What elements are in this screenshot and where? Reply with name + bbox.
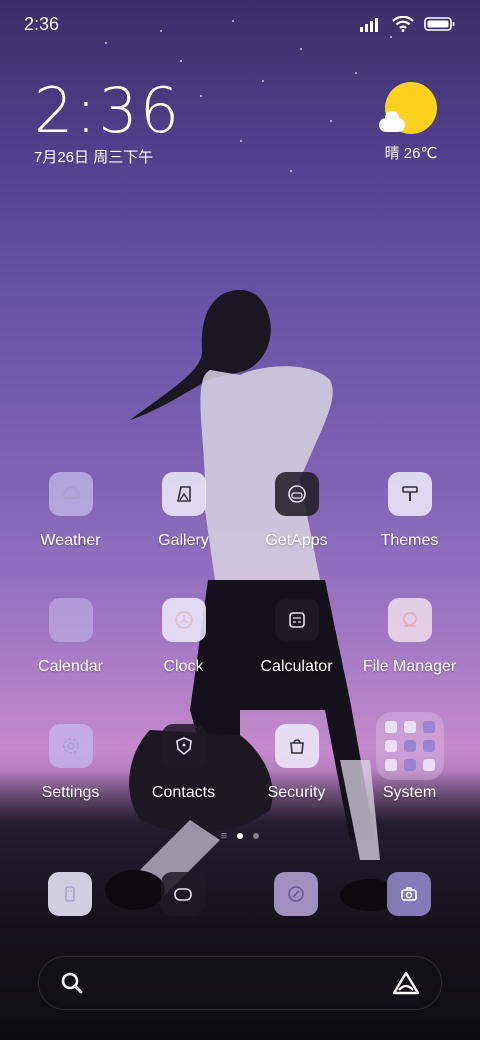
message-icon[interactable] (161, 872, 205, 916)
app-calendar[interactable]: Calendar (14, 598, 127, 676)
page-dot (253, 833, 260, 839)
clock-widget-date: 7月26日 周三下午 (34, 149, 154, 166)
app-label: GetApps (265, 532, 328, 549)
search-icon[interactable] (59, 970, 85, 996)
paint-roller-icon (387, 472, 432, 516)
contacts-icon (161, 724, 206, 768)
sunny-icon (379, 82, 437, 134)
gallery-icon (161, 472, 206, 516)
camera-icon[interactable] (387, 872, 431, 916)
assistant-icon[interactable] (391, 970, 421, 996)
gear-icon (48, 724, 93, 768)
app-label: Contacts (151, 784, 216, 801)
clock-widget-time: 2:36 (34, 74, 182, 147)
app-themes[interactable]: Themes (353, 472, 466, 550)
folder-icon (387, 598, 432, 642)
app-calculator[interactable]: Calculator (240, 598, 353, 676)
security-icon (274, 724, 319, 768)
weather-widget[interactable]: 晴 26℃ (376, 82, 446, 163)
app-getapps[interactable]: GetApps (240, 472, 353, 550)
status-time: 2:36 (24, 13, 60, 34)
app-label: System (382, 784, 437, 801)
app-clock[interactable]: Clock (127, 598, 240, 676)
wifi-icon (392, 16, 414, 32)
app-label: Themes (380, 532, 439, 549)
app-label: Clock (163, 658, 204, 675)
clock-widget[interactable]: 2:36 7月26日 周三下午 (34, 78, 181, 167)
app-file-manager[interactable]: File Manager (353, 598, 466, 676)
app-label: Calculator (260, 658, 333, 675)
app-label: File Manager (362, 658, 457, 675)
calculator-icon (274, 598, 319, 642)
status-bar: 2:36 (0, 0, 480, 48)
compass-icon[interactable] (274, 872, 318, 916)
status-icons (360, 16, 456, 32)
phone-icon[interactable] (48, 872, 92, 916)
cloud-icon (48, 472, 93, 516)
search-bar[interactable] (38, 956, 442, 1010)
app-label: Calendar (38, 658, 103, 675)
app-label: Gallery (158, 532, 209, 549)
signal-icon (360, 18, 378, 32)
app-system-folder[interactable]: System (353, 712, 466, 802)
battery-icon (424, 17, 455, 31)
folder-group-icon (375, 712, 444, 780)
getapps-icon (274, 472, 319, 516)
weather-widget-text: 晴 26℃ (384, 145, 438, 162)
page-list-icon: ≡ (220, 830, 228, 842)
app-label: Security (267, 784, 326, 801)
app-security[interactable]: Security (240, 724, 353, 802)
clock-icon (161, 598, 206, 642)
app-settings[interactable]: Settings (14, 724, 127, 802)
page-indicator[interactable]: ≡ (0, 830, 480, 842)
calendar-icon (48, 598, 93, 642)
app-gallery[interactable]: Gallery (127, 472, 240, 550)
page-dot-active (237, 833, 244, 839)
app-weather[interactable]: Weather (14, 472, 127, 550)
app-contacts[interactable]: Contacts (127, 724, 240, 802)
app-label: Weather (40, 532, 101, 549)
app-label: Settings (41, 784, 100, 801)
